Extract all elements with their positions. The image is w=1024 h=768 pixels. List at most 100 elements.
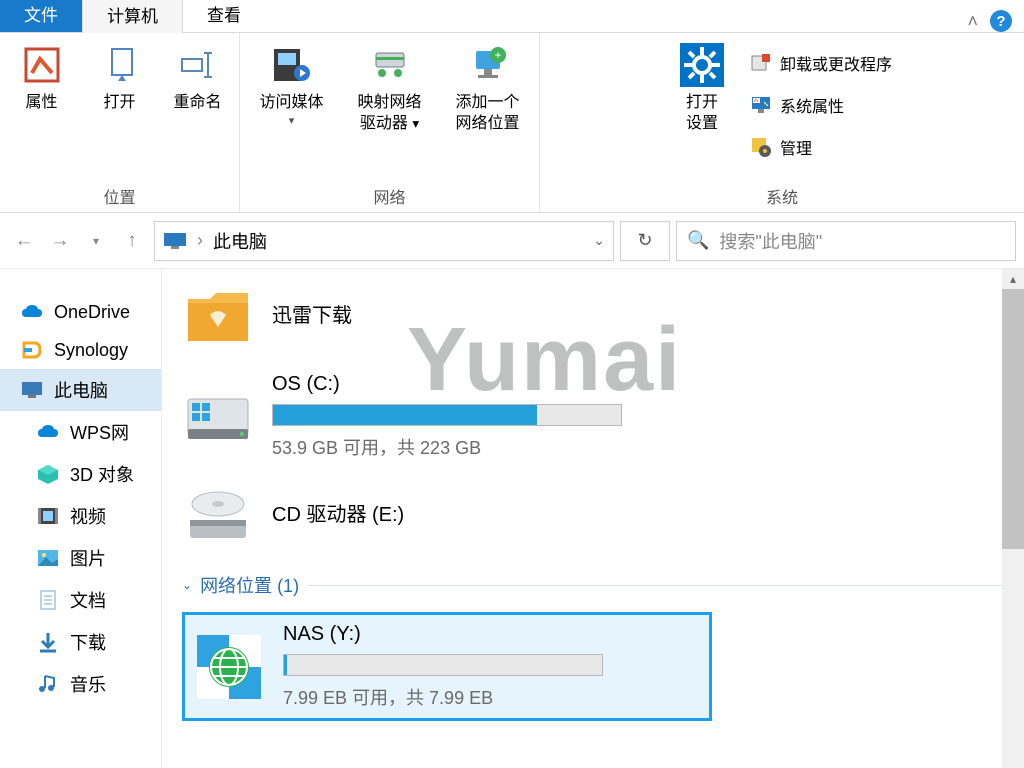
drive-e[interactable]: CD 驱动器 (E:) [182, 480, 1004, 552]
scroll-up-icon[interactable]: ▴ [1002, 269, 1024, 289]
map-drive-l1: 映射网络 [357, 93, 421, 114]
folder-xunlei[interactable]: 迅雷下载 [182, 281, 1004, 353]
map-drive-l2: 驱动器 ▾ [360, 114, 419, 135]
add-location-icon: + [466, 43, 510, 87]
nas-selected[interactable]: NAS (Y:) 7.99 EB 可用，共 7.99 EB [182, 612, 712, 721]
chevron-down-icon: ⌄ [182, 578, 192, 592]
sidebar-synology-label: Synology [54, 340, 128, 361]
pc-icon [20, 379, 44, 401]
monitor-icon [750, 94, 772, 116]
drive-c-bar [272, 404, 622, 426]
rename-button[interactable]: 重命名 [162, 43, 234, 114]
sidebar-music-label: 音乐 [70, 671, 106, 697]
search-box[interactable]: 🔍 搜索"此电脑" [676, 221, 1016, 261]
forward-button[interactable]: → [44, 225, 76, 257]
sidebar-item-music[interactable]: 音乐 [0, 663, 161, 705]
scroll-thumb[interactable] [1002, 289, 1024, 549]
add-location-button[interactable]: + 添加一个 网络位置 [442, 43, 534, 135]
xunlei-label: 迅雷下载 [272, 299, 1004, 328]
chevron-right-icon: › [197, 230, 203, 251]
sidebar-item-pictures[interactable]: 图片 [0, 537, 161, 579]
sidebar-onedrive-label: OneDrive [54, 302, 130, 323]
ribbon-group-location: 属性 打开 重命名 位置 [0, 33, 240, 212]
access-media-button[interactable]: 访问媒体 ▾ [246, 43, 338, 128]
drive-c-fill [273, 405, 537, 425]
group-system-label: 系统 [766, 184, 798, 208]
sidebar-item-3d[interactable]: 3D 对象 [0, 453, 161, 495]
properties-button[interactable]: 属性 [6, 43, 78, 114]
document-icon [36, 589, 60, 611]
ribbon: 属性 打开 重命名 位置 访问媒体 [0, 33, 1024, 213]
network-locations-header[interactable]: ⌄ 网络位置 (1) [182, 572, 1004, 598]
system-properties-button[interactable]: 系统属性 [744, 89, 898, 121]
rename-label: 重命名 [173, 93, 221, 114]
search-icon: 🔍 [687, 230, 709, 251]
address-dropdown-icon[interactable]: ⌄ [593, 232, 605, 249]
group-location-label: 位置 [103, 184, 135, 208]
sidebar-item-video[interactable]: 视频 [0, 495, 161, 537]
open-button[interactable]: 打开 [84, 43, 156, 114]
sidebar-item-onedrive[interactable]: OneDrive [0, 293, 161, 331]
synology-icon [20, 339, 44, 361]
cloud-icon [20, 301, 44, 323]
cube-icon [36, 463, 60, 485]
header-line [307, 585, 1004, 586]
collapse-ribbon-icon[interactable]: ˄ [967, 11, 978, 32]
sidebar-video-label: 视频 [70, 503, 106, 529]
sidebar-item-wps[interactable]: WPS网 [0, 411, 161, 453]
drive-c[interactable]: OS (C:) 53.9 GB 可用，共 223 GB [182, 373, 1004, 460]
map-drive-button[interactable]: 映射网络 驱动器 ▾ [344, 43, 436, 135]
dropdown-icon: ▾ [289, 114, 295, 128]
sidebar-item-downloads[interactable]: 下载 [0, 621, 161, 663]
tab-view[interactable]: 查看 [183, 0, 265, 32]
nav-arrows: ← → ▾ ↑ [8, 225, 148, 257]
nas-fill [284, 655, 287, 675]
refresh-button[interactable]: ↻ [620, 221, 670, 261]
breadcrumb-thispc[interactable]: 此电脑 [213, 228, 267, 254]
download-icon [36, 631, 60, 653]
address-bar[interactable]: › 此电脑 ⌄ [154, 221, 614, 261]
media-icon [270, 43, 314, 87]
content-pane: Yumai 迅雷下载 OS (C:) 53.9 GB 可用，共 223 GB [162, 269, 1024, 768]
uninstall-label: 卸载或更改程序 [780, 51, 892, 75]
folder-icon [182, 281, 254, 353]
gear-icon [680, 43, 724, 87]
sidebar-item-synology[interactable]: Synology [0, 331, 161, 369]
navbar: ← → ▾ ↑ › 此电脑 ⌄ ↻ 🔍 搜索"此电脑" [0, 213, 1024, 269]
properties-label: 属性 [25, 93, 57, 114]
manage-button[interactable]: 管理 [744, 131, 898, 163]
ribbon-tabs: 文件 计算机 查看 ˄ ? [0, 0, 1024, 33]
open-settings-l1: 打开 [686, 93, 718, 114]
system-mini-list: 卸载或更改程序 系统属性 管理 [744, 43, 898, 163]
drive-e-title: CD 驱动器 (E:) [272, 498, 1004, 527]
thispc-icon [163, 232, 187, 250]
history-dropdown[interactable]: ▾ [80, 225, 112, 257]
picture-icon [36, 547, 60, 569]
back-button[interactable]: ← [8, 225, 40, 257]
search-placeholder: 搜索"此电脑" [719, 228, 822, 254]
music-icon [36, 673, 60, 695]
tab-help-area: ˄ ? [967, 10, 1024, 32]
drive-c-title: OS (C:) [272, 373, 1004, 396]
dvd-icon [182, 480, 254, 552]
drive-c-sub: 53.9 GB 可用，共 223 GB [272, 434, 1004, 460]
up-button[interactable]: ↑ [116, 225, 148, 257]
tab-computer[interactable]: 计算机 [82, 0, 183, 33]
sidebar-item-docs[interactable]: 文档 [0, 579, 161, 621]
properties-icon [20, 43, 64, 87]
help-icon[interactable]: ? [990, 10, 1012, 32]
sidebar-wps-label: WPS网 [70, 419, 129, 445]
open-settings-button[interactable]: 打开 设置 [666, 43, 738, 135]
sidebar-item-thispc[interactable]: 此电脑 [0, 369, 161, 411]
tab-file[interactable]: 文件 [0, 0, 82, 32]
access-media-label: 访问媒体 [259, 93, 323, 114]
nas-bar [283, 654, 603, 676]
film-icon [36, 505, 60, 527]
ribbon-group-network: 访问媒体 ▾ 映射网络 驱动器 ▾ + 添加一个 网络位置 网络 [240, 33, 540, 212]
sidebar-thispc-label: 此电脑 [54, 377, 108, 403]
uninstall-icon [750, 52, 772, 74]
sidebar-pictures-label: 图片 [70, 545, 106, 571]
uninstall-button[interactable]: 卸载或更改程序 [744, 47, 898, 79]
scrollbar[interactable]: ▴ [1002, 269, 1024, 768]
network-drive-icon [193, 631, 265, 703]
